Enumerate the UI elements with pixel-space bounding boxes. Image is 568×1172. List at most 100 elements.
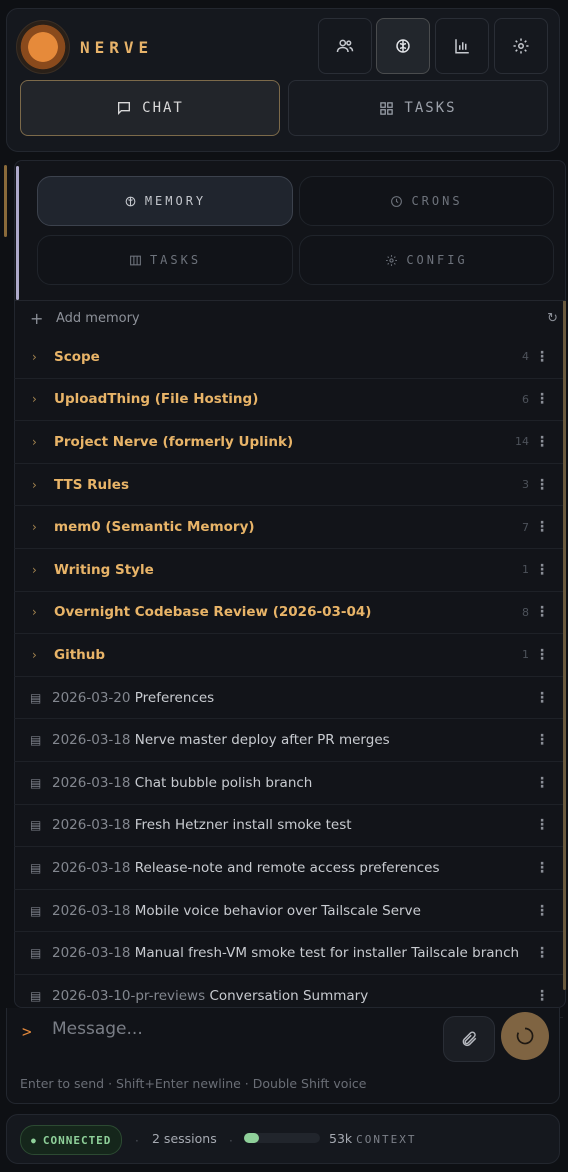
more-options-icon[interactable]: ⋮ [535,604,549,620]
memory-entry-name: Release-note and remote access preferenc… [134,859,440,876]
memory-entry[interactable]: ▤ 2026-03-18 Fresh Hetzner install smoke… [14,805,563,848]
settings-button[interactable] [494,18,548,74]
memory-entry-name: Manual fresh-VM smoke test for installer… [134,945,520,962]
memory-entry-date: 2026-03-18 [52,732,131,749]
memory-entry-name: Fresh Hetzner install smoke test [134,817,352,834]
memory-group[interactable]: › UploadThing (File Hosting) 6 ⋮ [14,379,563,422]
memory-group[interactable]: › Github 1 ⋮ [14,634,563,677]
memory-entry-title: 2026-03-18 Nerve master deploy after PR … [52,732,390,748]
memory-entry-name: Preferences [134,689,215,706]
connection-label: CONNECTED [42,1133,112,1147]
memory-group[interactable]: › TTS Rules 3 ⋮ [14,464,563,507]
memory-entry[interactable]: ▤ 2026-03-18 Manual fresh-VM smoke test … [14,932,563,975]
memory-entry-title: 2026-03-18 Mobile voice behavior over Ta… [52,903,421,919]
memory-group-title: UploadThing (File Hosting) [54,391,259,408]
memory-list: › Scope 4 ⋮ › UploadThing (File Hosting)… [14,336,563,1018]
memory-group-title: Writing Style [54,561,154,578]
stats-button[interactable] [435,18,489,74]
bar-chart-icon [455,39,469,54]
memory-group-count: 7 [522,520,529,534]
list-scrollbar[interactable] [563,300,566,990]
chevron-right-icon: › [32,392,37,407]
more-options-icon[interactable]: ⋮ [535,647,549,663]
more-options-icon[interactable]: ⋮ [535,477,549,493]
memory-entry[interactable]: ▤ 2026-03-18 Chat bubble polish branch ⋮ [14,762,563,805]
memory-group[interactable]: › mem0 (Semantic Memory) 7 ⋮ [14,506,563,549]
subtab-memory[interactable]: MEMORY [37,176,293,226]
memory-group[interactable]: › Writing Style 1 ⋮ [14,549,563,592]
more-options-icon[interactable]: ⋮ [535,817,549,833]
add-memory-row[interactable]: + Add memory ↻ [14,300,566,336]
memory-entry[interactable]: ▤ 2026-03-18 Release-note and remote acc… [14,847,563,890]
calendar-icon: ▤ [30,775,42,790]
subtab-config[interactable]: CONFIG [299,235,554,285]
more-options-icon[interactable]: ⋮ [535,903,549,919]
memory-entry[interactable]: ▤ 2026-03-18 Mobile voice behavior over … [14,890,563,933]
memory-entry-date: 2026-03-18 [52,902,131,919]
plus-icon: + [30,309,44,328]
chevron-right-icon: › [32,349,37,364]
calendar-icon: ▤ [30,690,42,705]
columns-icon [130,255,141,265]
memory-entry-date: 2026-03-18 [52,774,131,791]
subtab-crons-label: CRONS [411,194,463,208]
chevron-right-icon: › [32,520,37,535]
memory-group-count: 1 [522,563,529,577]
subtab-crons[interactable]: CRONS [299,176,554,226]
memory-entry-title: 2026-03-18 Fresh Hetzner install smoke t… [52,817,352,833]
send-button[interactable] [501,1012,549,1060]
more-options-icon[interactable]: ⋮ [535,860,549,876]
memory-entry-date: 2026-03-20 [52,689,131,706]
memory-entry-date: 2026-03-10-pr-reviews [52,987,206,1004]
more-options-icon[interactable]: ⋮ [535,349,549,365]
chevron-right-icon: › [32,605,37,620]
message-input[interactable] [50,1012,434,1046]
panel-edge-accent [4,165,7,237]
memory-entry-title: 2026-03-18 Chat bubble polish branch [52,775,312,791]
users-icon [336,39,354,53]
memory-group-count: 1 [522,648,529,662]
more-options-icon[interactable]: ⋮ [535,732,549,748]
more-options-icon[interactable]: ⋮ [535,391,549,407]
gear-icon [386,254,398,266]
memory-entry-date: 2026-03-18 [52,945,131,962]
attach-button[interactable] [443,1016,495,1062]
tab-chat-label: CHAT [142,100,184,116]
nerve-logo [16,20,70,74]
refresh-icon[interactable]: ↻ [547,311,558,326]
tab-tasks-label: TASKS [404,100,457,116]
memory-group[interactable]: › Scope 4 ⋮ [14,336,563,379]
more-options-icon[interactable]: ⋮ [535,775,549,791]
memory-entry-date: 2026-03-18 [52,817,131,834]
memory-entry[interactable]: ▤ 2026-03-20 Preferences ⋮ [14,677,563,720]
calendar-icon: ▤ [30,903,42,918]
tab-chat[interactable]: CHAT [20,80,280,136]
memory-group[interactable]: › Project Nerve (formerly Uplink) 14 ⋮ [14,421,563,464]
memory-group[interactable]: › Overnight Codebase Review (2026-03-04)… [14,592,563,635]
more-options-icon[interactable]: ⋮ [535,519,549,535]
context-bar-fill [244,1133,260,1143]
add-memory-label: Add memory [56,311,140,326]
calendar-icon: ▤ [30,946,42,961]
calendar-icon: ▤ [30,818,42,833]
memory-group-count: 4 [522,350,529,364]
paperclip-icon [462,1031,477,1047]
more-options-icon[interactable]: ⋮ [535,562,549,578]
memory-group-title: TTS Rules [54,476,129,493]
memory-entry-name: Conversation Summary [209,987,369,1004]
memory-button[interactable] [376,18,430,74]
subtab-config-label: CONFIG [406,253,468,267]
more-options-icon[interactable]: ⋮ [535,945,549,961]
subtab-tasks[interactable]: TASKS [37,235,293,285]
memory-group-count: 14 [515,435,529,449]
memory-entry[interactable]: ▤ 2026-03-18 Nerve master deploy after P… [14,719,563,762]
more-options-icon[interactable]: ⋮ [535,690,549,706]
context-label: CONTEXT [356,1133,417,1146]
separator-dot: · [135,1134,139,1148]
users-button[interactable] [318,18,372,74]
more-options-icon[interactable]: ⋮ [535,434,549,450]
memory-entry-name: Chat bubble polish branch [134,774,313,791]
tab-tasks[interactable]: TASKS [288,80,548,136]
memory-entry-title: 2026-03-10-pr-reviews Conversation Summa… [52,988,368,1004]
more-options-icon[interactable]: ⋮ [535,988,549,1004]
